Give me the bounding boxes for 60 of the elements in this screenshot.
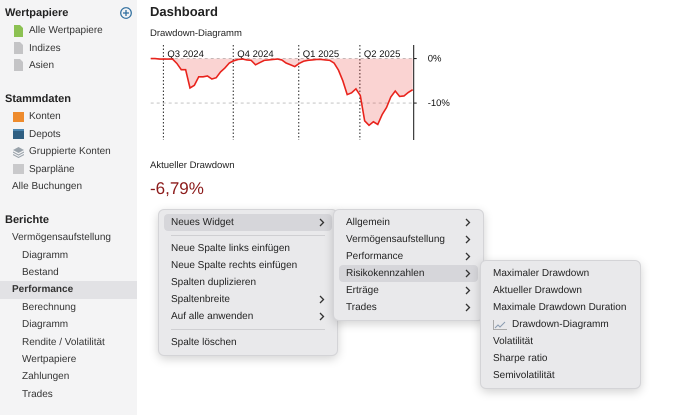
sidebar-item[interactable]: Performance <box>0 281 137 299</box>
page-title: Dashboard <box>150 4 219 19</box>
sidebar-item[interactable]: Trades <box>0 386 137 404</box>
menu-item[interactable]: Neues Widget <box>164 214 332 231</box>
plan-icon <box>13 163 24 176</box>
menu-item[interactable]: Aktueller Drawdown <box>486 282 635 299</box>
sidebar-item[interactable]: Alle Buchungen <box>0 178 137 196</box>
section-title: Wertpapiere <box>5 6 68 18</box>
sidebar-item[interactable]: Vermögensaufstellung <box>0 229 137 247</box>
menu-item[interactable]: Performance <box>339 248 478 265</box>
line-chart-icon <box>493 320 507 330</box>
sidebar-item[interactable]: Rendite / Volatilität <box>0 333 137 351</box>
axis-label: Q4 2024 <box>237 49 274 60</box>
menu-item[interactable]: Auf alle anwenden <box>164 308 332 325</box>
document-icon <box>13 42 24 54</box>
sidebar-item[interactable]: Gruppierte Konten <box>0 142 137 160</box>
menu-item[interactable]: Allgemein <box>339 214 478 231</box>
metric-value: -6,79% <box>150 179 205 199</box>
axis-label: Q3 2024 <box>167 49 204 60</box>
sidebar-item[interactable]: Asien <box>0 56 137 74</box>
menu-item[interactable]: Trades <box>339 299 478 316</box>
menu-item[interactable]: Maximaler Drawdown <box>486 265 635 282</box>
section-title: Stammdaten <box>5 92 72 105</box>
menu-item[interactable]: Spaltenbreite <box>164 291 332 308</box>
axis-label: Q2 2025 <box>364 49 400 60</box>
sidebar-item[interactable]: Alle Wertpapiere <box>0 22 137 40</box>
sidebar-item[interactable]: Konten <box>0 108 137 126</box>
menu-item[interactable]: Drawdown-Diagramm <box>486 316 635 333</box>
axis-label: -10% <box>428 98 450 110</box>
sidebar-item[interactable]: Zahlungen <box>0 368 137 386</box>
depot-icon <box>13 128 24 140</box>
menu-item[interactable]: Vermögensaufstellung <box>339 231 478 248</box>
sidebar-item[interactable]: Bestand <box>0 264 137 282</box>
section-title: Berichte <box>5 214 50 226</box>
axis-label: Q1 2025 <box>302 49 340 60</box>
widget-title: Drawdown-Diagramm <box>150 28 243 39</box>
menu-item[interactable]: Semivolatilität <box>486 367 635 384</box>
document-icon <box>13 24 24 37</box>
menu-item[interactable]: Maximale Drawdown Duration <box>486 299 635 316</box>
axis-label: 0% <box>428 54 442 65</box>
menu-item[interactable]: Spalte löschen <box>164 334 332 351</box>
menu-item[interactable]: Risikokennzahlen <box>339 265 478 282</box>
layers-icon <box>13 146 24 158</box>
document-icon <box>13 59 24 72</box>
menu-item[interactable]: Volatilität <box>486 333 635 350</box>
sidebar-item[interactable]: Sparpläne <box>0 160 137 178</box>
menu-item[interactable]: Neue Spalte links einfügen <box>164 240 332 257</box>
menu-item[interactable]: Erträge <box>339 282 478 299</box>
add-icon[interactable] <box>120 6 132 18</box>
sidebar-item[interactable]: Diagramm <box>0 316 137 334</box>
sidebar-item[interactable]: Berechnung <box>0 298 137 316</box>
sidebar-item[interactable]: Indizes <box>0 39 137 57</box>
menu-item[interactable]: Spalten duplizieren <box>164 274 332 291</box>
account-icon <box>13 110 24 123</box>
widget-title: Aktueller Drawdown <box>150 160 236 171</box>
menu-item[interactable]: Sharpe ratio <box>486 350 635 367</box>
sidebar-item[interactable]: Diagramm <box>0 246 137 264</box>
sidebar-item[interactable]: Depots <box>0 126 137 143</box>
menu-item[interactable]: Neue Spalte rechts einfügen <box>164 257 332 274</box>
sidebar-item[interactable]: Wertpapiere <box>0 350 137 368</box>
